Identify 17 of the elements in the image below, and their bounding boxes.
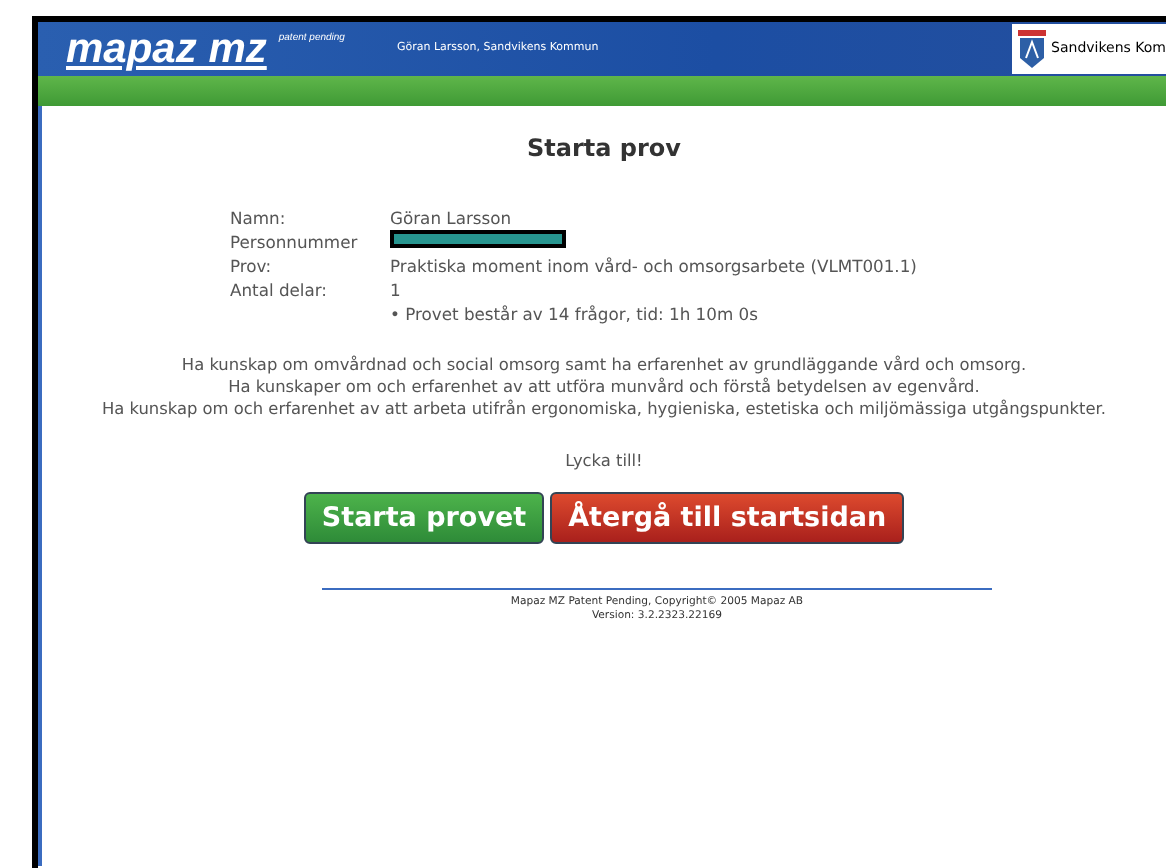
field-value: Göran Larsson <box>390 206 512 230</box>
description-text: Ha kunskap om och erfarenhet av att arbeta utifrån ergonomiska, hygieniska, estetiska och miljömässiga utgångspunkter. <box>99 398 1109 420</box>
start-button[interactable]: Starta provet <box>303 492 545 545</box>
field-label: Antal delar: <box>230 278 329 302</box>
info-note: • Provet består av 14 frågor, tid: 1h 10m 0s <box>390 302 758 326</box>
field-label: Personnummer <box>230 230 360 254</box>
greeting-text: Lycka till! <box>563 448 645 473</box>
back-button[interactable]: Återgå till startsidan <box>550 492 905 545</box>
field-label: Prov: <box>230 254 274 278</box>
field-label: Namn: <box>230 206 288 230</box>
description-text: Ha kunskap om omvårdnad och social omsorg samt ha erfarenhet av grundläggande vård och omsorg. <box>179 354 1029 376</box>
coat-of-arms-icon <box>1017 29 1046 69</box>
logo: mapaz mz <box>66 28 267 70</box>
field-value: Praktiska moment inom vård- och omsorgsarbete (VLMT001.1) <box>390 254 917 278</box>
description-text: Ha kunskaper om och erfarenhet av att utföra munvård och förstå betydelsen av egenvård. <box>226 376 982 398</box>
field-value: 1 <box>390 278 401 302</box>
page-title: Starta prov <box>525 132 683 166</box>
